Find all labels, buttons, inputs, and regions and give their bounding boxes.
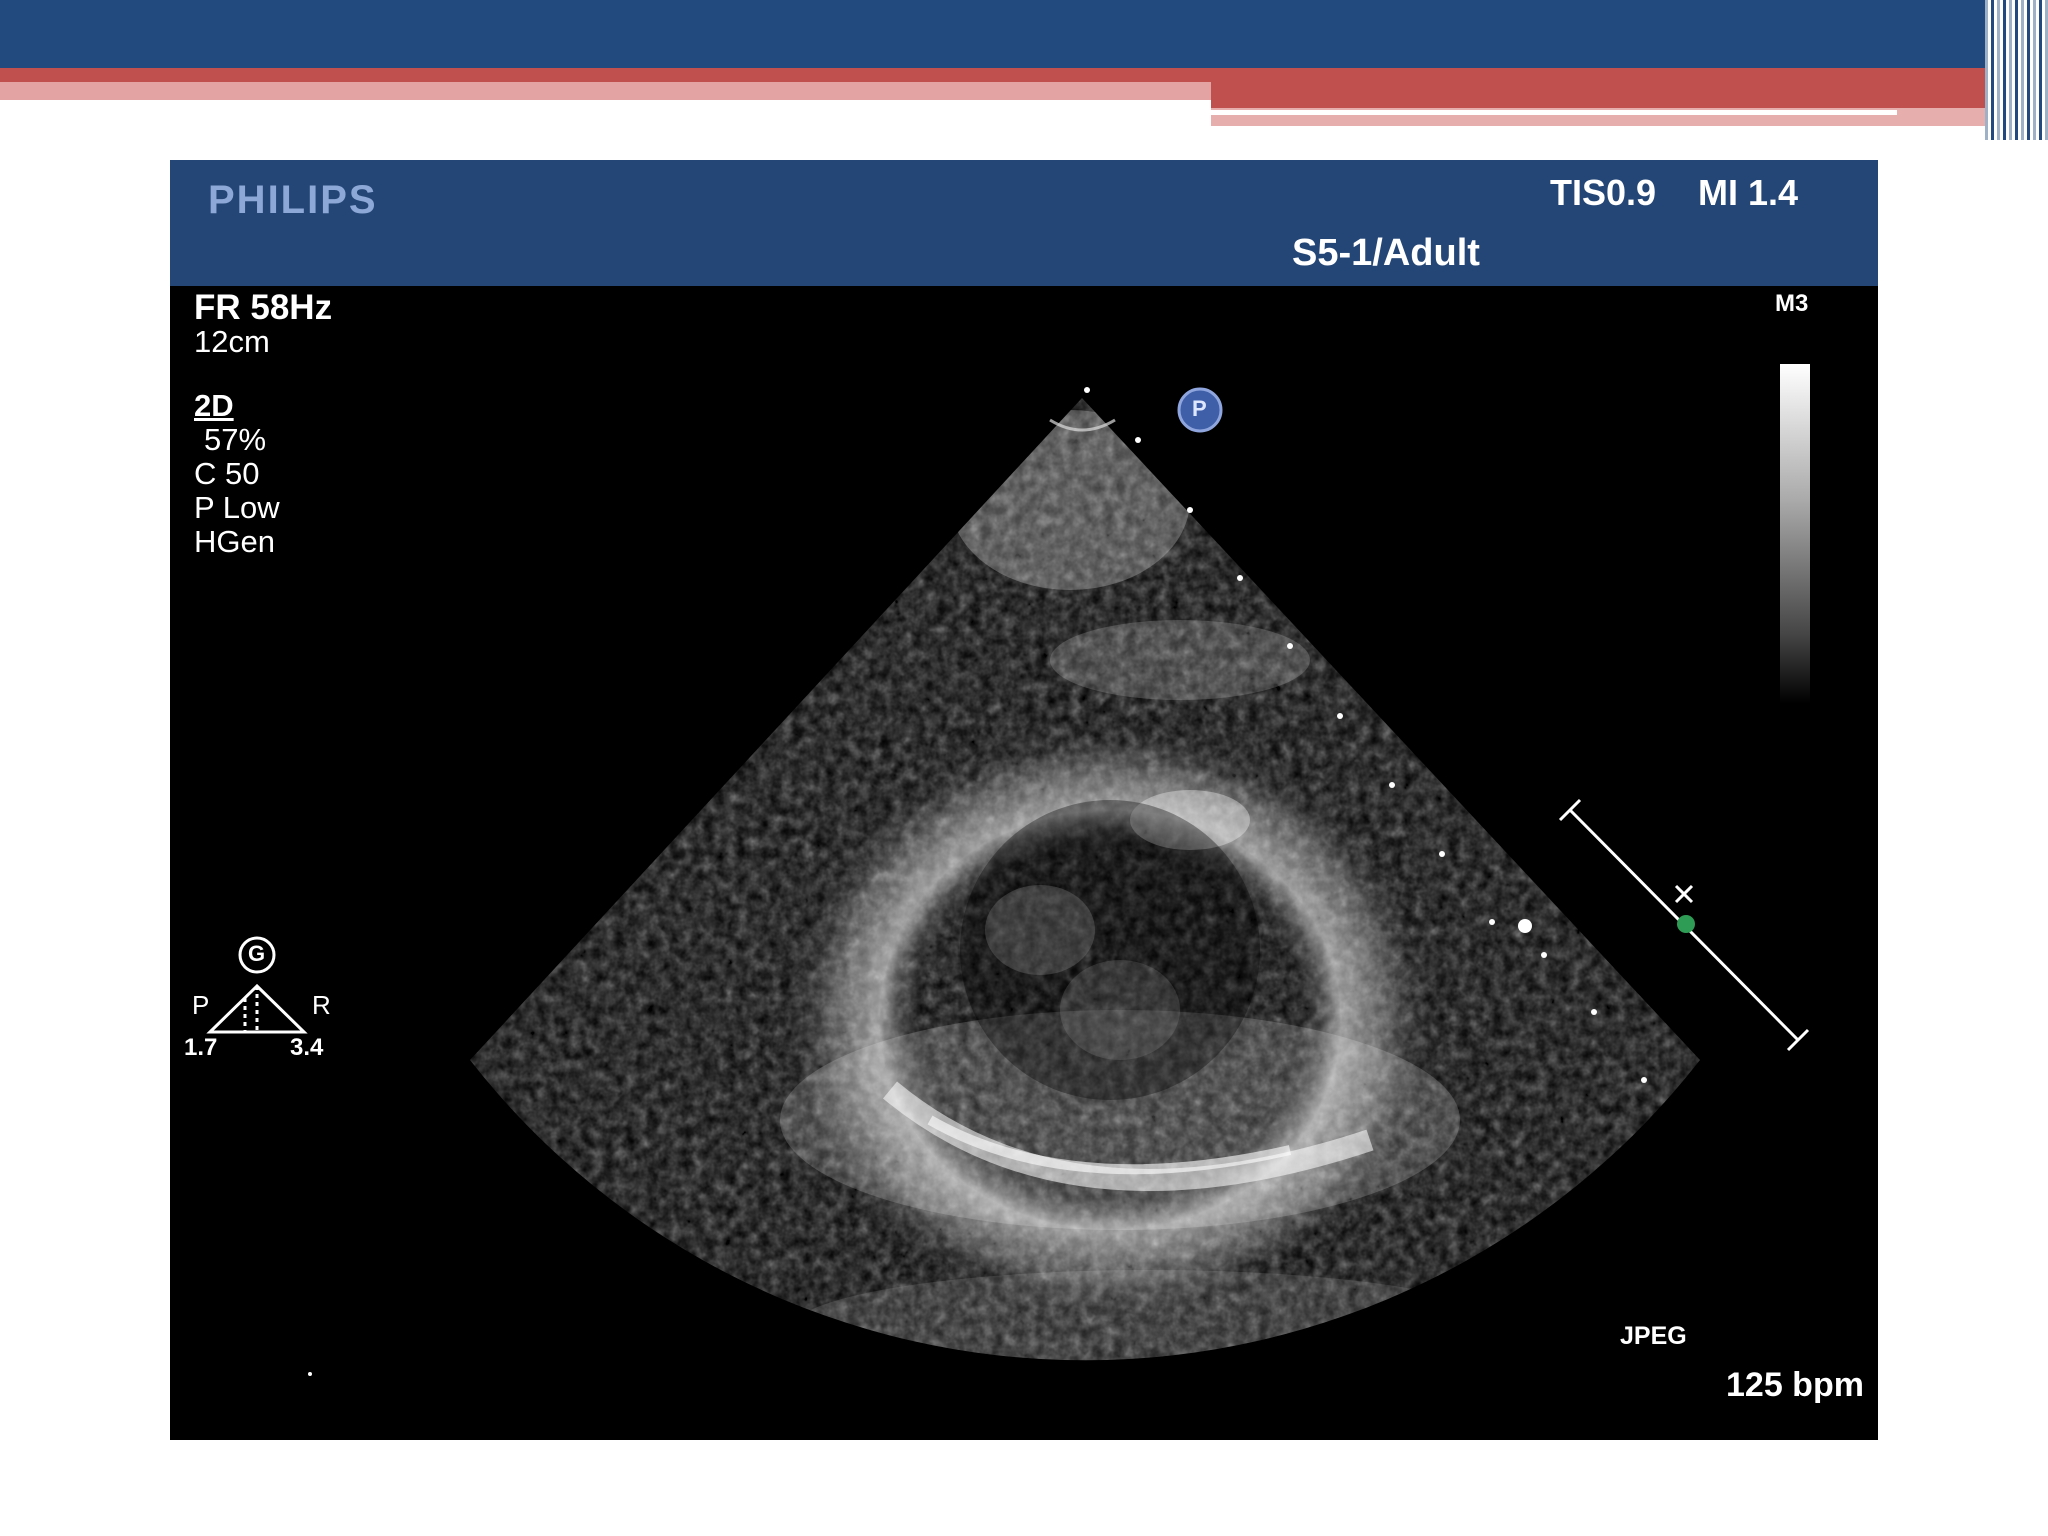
- grayscale-bar: [1780, 364, 1810, 704]
- ultrasound-image: PHILIPS TIS0.9 MI 1.4 S5-1/Adult FR 58Hz…: [170, 160, 1878, 1440]
- heart-rate: 125 bpm: [1726, 1366, 1864, 1404]
- orientation-right-label: R: [312, 990, 331, 1020]
- orientation-marker: G: [248, 941, 266, 966]
- header-band: PHILIPS TIS0.9 MI 1.4 S5-1/Adult: [170, 160, 1878, 286]
- thermal-index: TIS0.9: [1550, 172, 1657, 213]
- echo-sector-view: [206, 387, 1810, 1376]
- gain: 57%: [204, 422, 267, 457]
- brand-logo: PHILIPS: [208, 178, 378, 222]
- slide-accent-bar-right: [1211, 82, 2000, 108]
- image-format: JPEG: [1620, 1322, 1687, 1350]
- probe-preset: S5-1/Adult: [1292, 232, 1480, 274]
- slide-corner-stripes: [1985, 0, 2048, 140]
- slide-top-bar: [0, 0, 2000, 68]
- slide-accent-line-2: [1650, 128, 2000, 133]
- mechanical-index: MI 1.4: [1698, 172, 1799, 213]
- sector-scan: [470, 398, 1700, 1361]
- gray-map: M3: [1775, 290, 1809, 317]
- orientation-right-value: 3.4: [290, 1034, 324, 1061]
- power: P Low: [194, 490, 280, 525]
- orientation-left-label: P: [192, 990, 210, 1020]
- compression: C 50: [194, 456, 260, 491]
- imaging-mode: 2D: [194, 388, 234, 423]
- slide-accent-line: [1211, 110, 1897, 115]
- frequency: HGen: [194, 524, 275, 559]
- orientation-left-value: 1.7: [184, 1034, 218, 1061]
- ecg-marker-dot: [1677, 915, 1695, 933]
- slide-accent-bar: [0, 68, 2000, 82]
- depth: 12cm: [194, 324, 270, 359]
- probe-marker-label: P: [1192, 396, 1207, 421]
- frame-rate: FR 58Hz: [194, 288, 333, 327]
- slide-accent-bar-light: [0, 82, 1211, 100]
